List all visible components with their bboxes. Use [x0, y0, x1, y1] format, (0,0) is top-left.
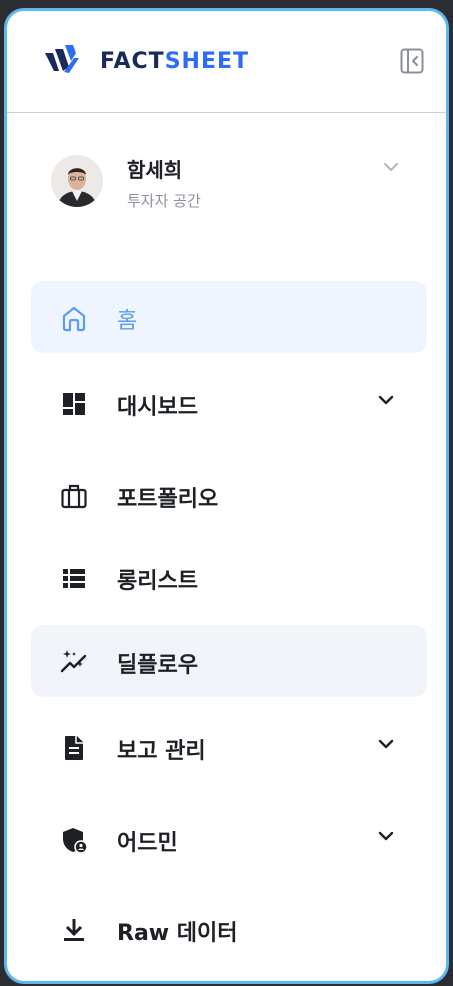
- sparkle-trend-icon: [60, 650, 87, 673]
- avatar-portrait-icon: [51, 155, 103, 207]
- factsheet-logo-icon: [45, 45, 79, 73]
- briefcase-icon: [61, 484, 87, 509]
- profile-switcher[interactable]: 함세희 투자자 공간: [7, 151, 446, 221]
- nav-item-portfolio[interactable]: 포트폴리오: [31, 459, 427, 531]
- chevron-down-icon[interactable]: [377, 737, 395, 751]
- nav-item-dealflow[interactable]: 딜플로우: [31, 625, 427, 697]
- avatar: [51, 155, 103, 207]
- chevron-down-icon[interactable]: [377, 829, 395, 843]
- nav-item-home[interactable]: 홈: [31, 281, 427, 353]
- chevron-down-icon[interactable]: [377, 393, 395, 407]
- nav-item-admin[interactable]: 어드민: [31, 803, 427, 875]
- nav-label: 홈: [117, 309, 138, 334]
- user-name: 함세희: [127, 158, 183, 182]
- sidebar-panel: FACTSHEET 함세희 투자자 공간 홈 대시보드 포트폴리오 롱리스트 딜…: [4, 8, 449, 984]
- nav-label: 보고 관리: [117, 739, 206, 764]
- nav-label: 포트폴리오: [117, 487, 219, 512]
- admin-shield-icon: [63, 828, 88, 854]
- brand-name[interactable]: FACTSHEET: [100, 49, 249, 74]
- document-icon: [65, 736, 83, 760]
- nav-label: Raw 데이터: [117, 921, 238, 946]
- list-icon: [63, 569, 85, 588]
- chevron-down-icon[interactable]: [382, 161, 400, 173]
- dashboard-icon: [63, 393, 85, 415]
- nav-item-longlist[interactable]: 롱리스트: [31, 541, 427, 613]
- collapse-sidebar-icon[interactable]: [400, 48, 424, 74]
- nav-label: 대시보드: [117, 395, 198, 420]
- sidebar-header: FACTSHEET: [7, 11, 446, 113]
- user-workspace-label: 투자자 공간: [127, 192, 201, 210]
- brand-accent: SHEET: [164, 49, 250, 74]
- nav-item-raw-data[interactable]: Raw 데이터: [31, 893, 427, 965]
- brand-prefix: FACT: [100, 49, 165, 74]
- home-icon: [62, 306, 86, 332]
- nav-item-dashboard[interactable]: 대시보드: [31, 367, 427, 439]
- nav-label: 딜플로우: [117, 653, 198, 678]
- nav-label: 롱리스트: [117, 569, 198, 594]
- nav-item-report-management[interactable]: 보고 관리: [31, 711, 427, 783]
- download-icon: [64, 919, 84, 941]
- nav-label: 어드민: [117, 831, 178, 856]
